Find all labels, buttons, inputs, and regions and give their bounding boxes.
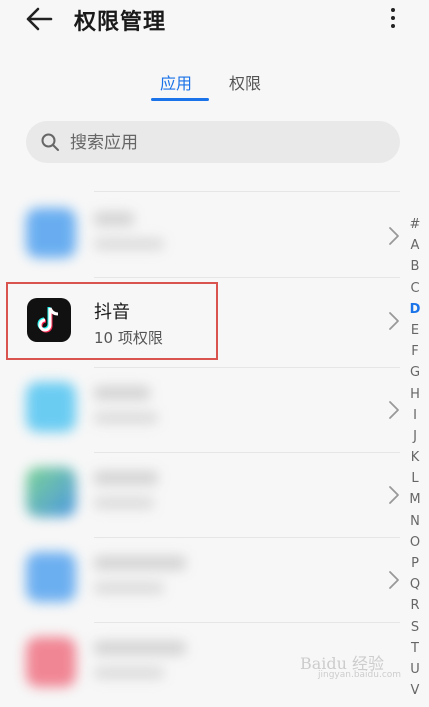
index-letter[interactable]: R bbox=[405, 595, 425, 616]
index-letter[interactable]: Q bbox=[405, 574, 425, 595]
blurred-app-name bbox=[94, 386, 150, 400]
index-letter[interactable]: F bbox=[405, 341, 425, 362]
index-letter[interactable]: O bbox=[405, 532, 425, 553]
chevron-right-icon bbox=[389, 401, 399, 419]
blurred-app-name bbox=[94, 641, 186, 655]
chevron-right-icon bbox=[389, 571, 399, 589]
index-letter[interactable]: M bbox=[405, 489, 425, 510]
app-list-item[interactable] bbox=[0, 194, 405, 278]
index-letter[interactable]: L bbox=[405, 468, 425, 489]
chevron-right-icon bbox=[389, 227, 399, 245]
app-icon bbox=[26, 382, 76, 432]
index-letter[interactable]: V bbox=[405, 680, 425, 701]
baidu-watermark-url: jingyan.baidu.com bbox=[318, 670, 402, 680]
blurred-app-name bbox=[94, 212, 134, 226]
blurred-app-subtitle bbox=[94, 497, 154, 509]
index-letter[interactable]: K bbox=[405, 447, 425, 468]
search-bar[interactable] bbox=[26, 121, 400, 165]
app-icon bbox=[26, 637, 76, 687]
index-letter[interactable]: S bbox=[405, 617, 425, 638]
app-icon bbox=[26, 552, 76, 602]
chevron-right-icon bbox=[389, 312, 399, 330]
index-letter[interactable]: A bbox=[405, 235, 425, 256]
app-icon bbox=[26, 467, 76, 517]
blurred-app-subtitle bbox=[94, 238, 164, 250]
index-letter[interactable]: E bbox=[405, 320, 425, 341]
index-letter[interactable]: B bbox=[405, 256, 425, 277]
index-letter[interactable]: D bbox=[405, 299, 425, 320]
tab-permissions[interactable]: 权限 bbox=[229, 70, 261, 94]
header-bar: 权限管理 bbox=[0, 0, 429, 40]
back-arrow-icon[interactable] bbox=[24, 6, 54, 32]
app-list-item[interactable] bbox=[0, 538, 405, 622]
index-letter[interactable]: T bbox=[405, 638, 425, 659]
blurred-app-subtitle bbox=[94, 667, 164, 679]
index-letter[interactable]: H bbox=[405, 384, 425, 405]
more-options-icon[interactable] bbox=[386, 4, 400, 34]
tab-apps[interactable]: 应用 bbox=[160, 70, 192, 94]
blurred-app-name bbox=[94, 556, 186, 570]
index-letter[interactable]: P bbox=[405, 553, 425, 574]
search-input[interactable] bbox=[68, 121, 382, 165]
blurred-app-subtitle bbox=[94, 412, 158, 424]
page-title: 权限管理 bbox=[74, 10, 167, 35]
index-letter[interactable]: G bbox=[405, 362, 425, 383]
index-letter[interactable]: # bbox=[405, 214, 425, 235]
list-divider bbox=[94, 191, 400, 192]
active-tab-indicator bbox=[151, 98, 209, 101]
index-letter[interactable]: I bbox=[405, 405, 425, 426]
tab-bar: 应用 权限 bbox=[0, 66, 429, 102]
alphabet-index[interactable]: # A B C D E F G H I J K L M N O P Q R S T U V bbox=[405, 214, 425, 701]
app-icon bbox=[26, 208, 76, 258]
index-letter[interactable]: N bbox=[405, 511, 425, 532]
blurred-app-subtitle bbox=[94, 582, 164, 594]
index-letter[interactable]: U bbox=[405, 659, 425, 680]
app-list-item[interactable] bbox=[0, 453, 405, 537]
index-letter[interactable]: C bbox=[405, 278, 425, 299]
search-icon bbox=[41, 133, 59, 151]
blurred-app-name bbox=[94, 471, 158, 485]
highlight-box bbox=[6, 282, 218, 360]
app-list-item[interactable] bbox=[0, 368, 405, 452]
chevron-right-icon bbox=[389, 486, 399, 504]
index-letter[interactable]: J bbox=[405, 426, 425, 447]
